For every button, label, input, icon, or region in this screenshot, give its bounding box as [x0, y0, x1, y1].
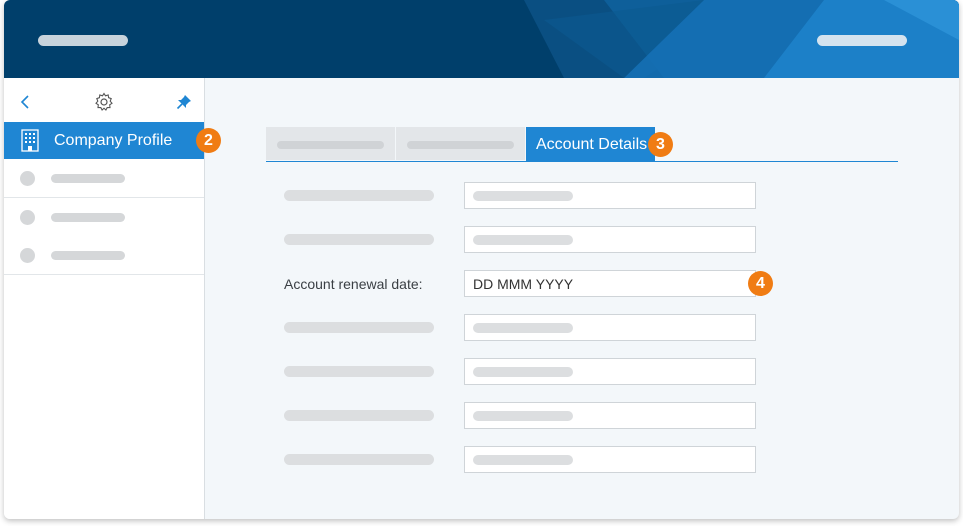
step-badge-4: 4 — [748, 271, 773, 296]
form-label-placeholder — [284, 322, 434, 333]
tab-label-placeholder — [277, 141, 384, 149]
step-badge-2: 2 — [196, 128, 221, 153]
form-field-placeholder[interactable] — [464, 358, 756, 385]
building-icon — [20, 129, 40, 157]
chevron-left-icon[interactable] — [16, 92, 36, 112]
item-dot — [20, 248, 35, 263]
sidebar-item-placeholder-3[interactable] — [4, 236, 204, 275]
form-label-placeholder — [284, 454, 434, 465]
renewal-date-label: Account renewal date: — [284, 276, 423, 292]
form-field-placeholder[interactable] — [464, 182, 756, 209]
form-label-placeholder — [284, 234, 434, 245]
tab-label-placeholder — [407, 141, 514, 149]
header-decoration — [524, 0, 959, 78]
step-badge-3: 3 — [648, 132, 673, 157]
field-value-placeholder — [473, 367, 573, 377]
sidebar-item-company-profile[interactable]: Company Profile — [4, 122, 204, 159]
form-label-placeholder — [284, 190, 434, 201]
form-field-placeholder[interactable] — [464, 314, 756, 341]
header-user-placeholder[interactable] — [817, 35, 907, 46]
field-value-placeholder — [473, 455, 573, 465]
tab-account-details[interactable]: Account Details — [526, 127, 655, 161]
item-label-placeholder — [51, 251, 125, 260]
item-dot — [20, 171, 35, 186]
tab-label: Account Details — [536, 136, 648, 153]
sidebar-item-placeholder-2[interactable] — [4, 198, 204, 237]
tab-bar: Account Details — [266, 127, 898, 161]
sidebar-item-placeholder-1[interactable] — [4, 159, 204, 198]
item-dot — [20, 210, 35, 225]
item-label-placeholder — [51, 174, 125, 183]
header-title-placeholder — [38, 35, 128, 46]
field-value-placeholder — [473, 191, 573, 201]
tab-placeholder-1[interactable] — [266, 127, 395, 160]
tab-placeholder-2[interactable] — [396, 127, 525, 160]
item-label-placeholder — [51, 213, 125, 222]
sidebar: Company Profile 2 — [4, 78, 221, 519]
form-label-placeholder — [284, 366, 434, 377]
gear-icon[interactable] — [94, 92, 114, 112]
form-label-placeholder — [284, 410, 434, 421]
pin-icon[interactable] — [174, 92, 194, 112]
field-value-placeholder — [473, 235, 573, 245]
sidebar-toolbar — [4, 78, 204, 122]
tab-underline — [266, 161, 898, 162]
app-header — [4, 0, 959, 78]
sidebar-item-label: Company Profile — [54, 132, 173, 149]
form-field-placeholder[interactable] — [464, 226, 756, 253]
renewal-date-input[interactable] — [464, 270, 756, 297]
field-value-placeholder — [473, 411, 573, 421]
form-field-placeholder[interactable] — [464, 402, 756, 429]
app-window: Company Profile 2 Account Details 3 Acco… — [4, 0, 959, 519]
field-value-placeholder — [473, 323, 573, 333]
form-field-placeholder[interactable] — [464, 446, 756, 473]
